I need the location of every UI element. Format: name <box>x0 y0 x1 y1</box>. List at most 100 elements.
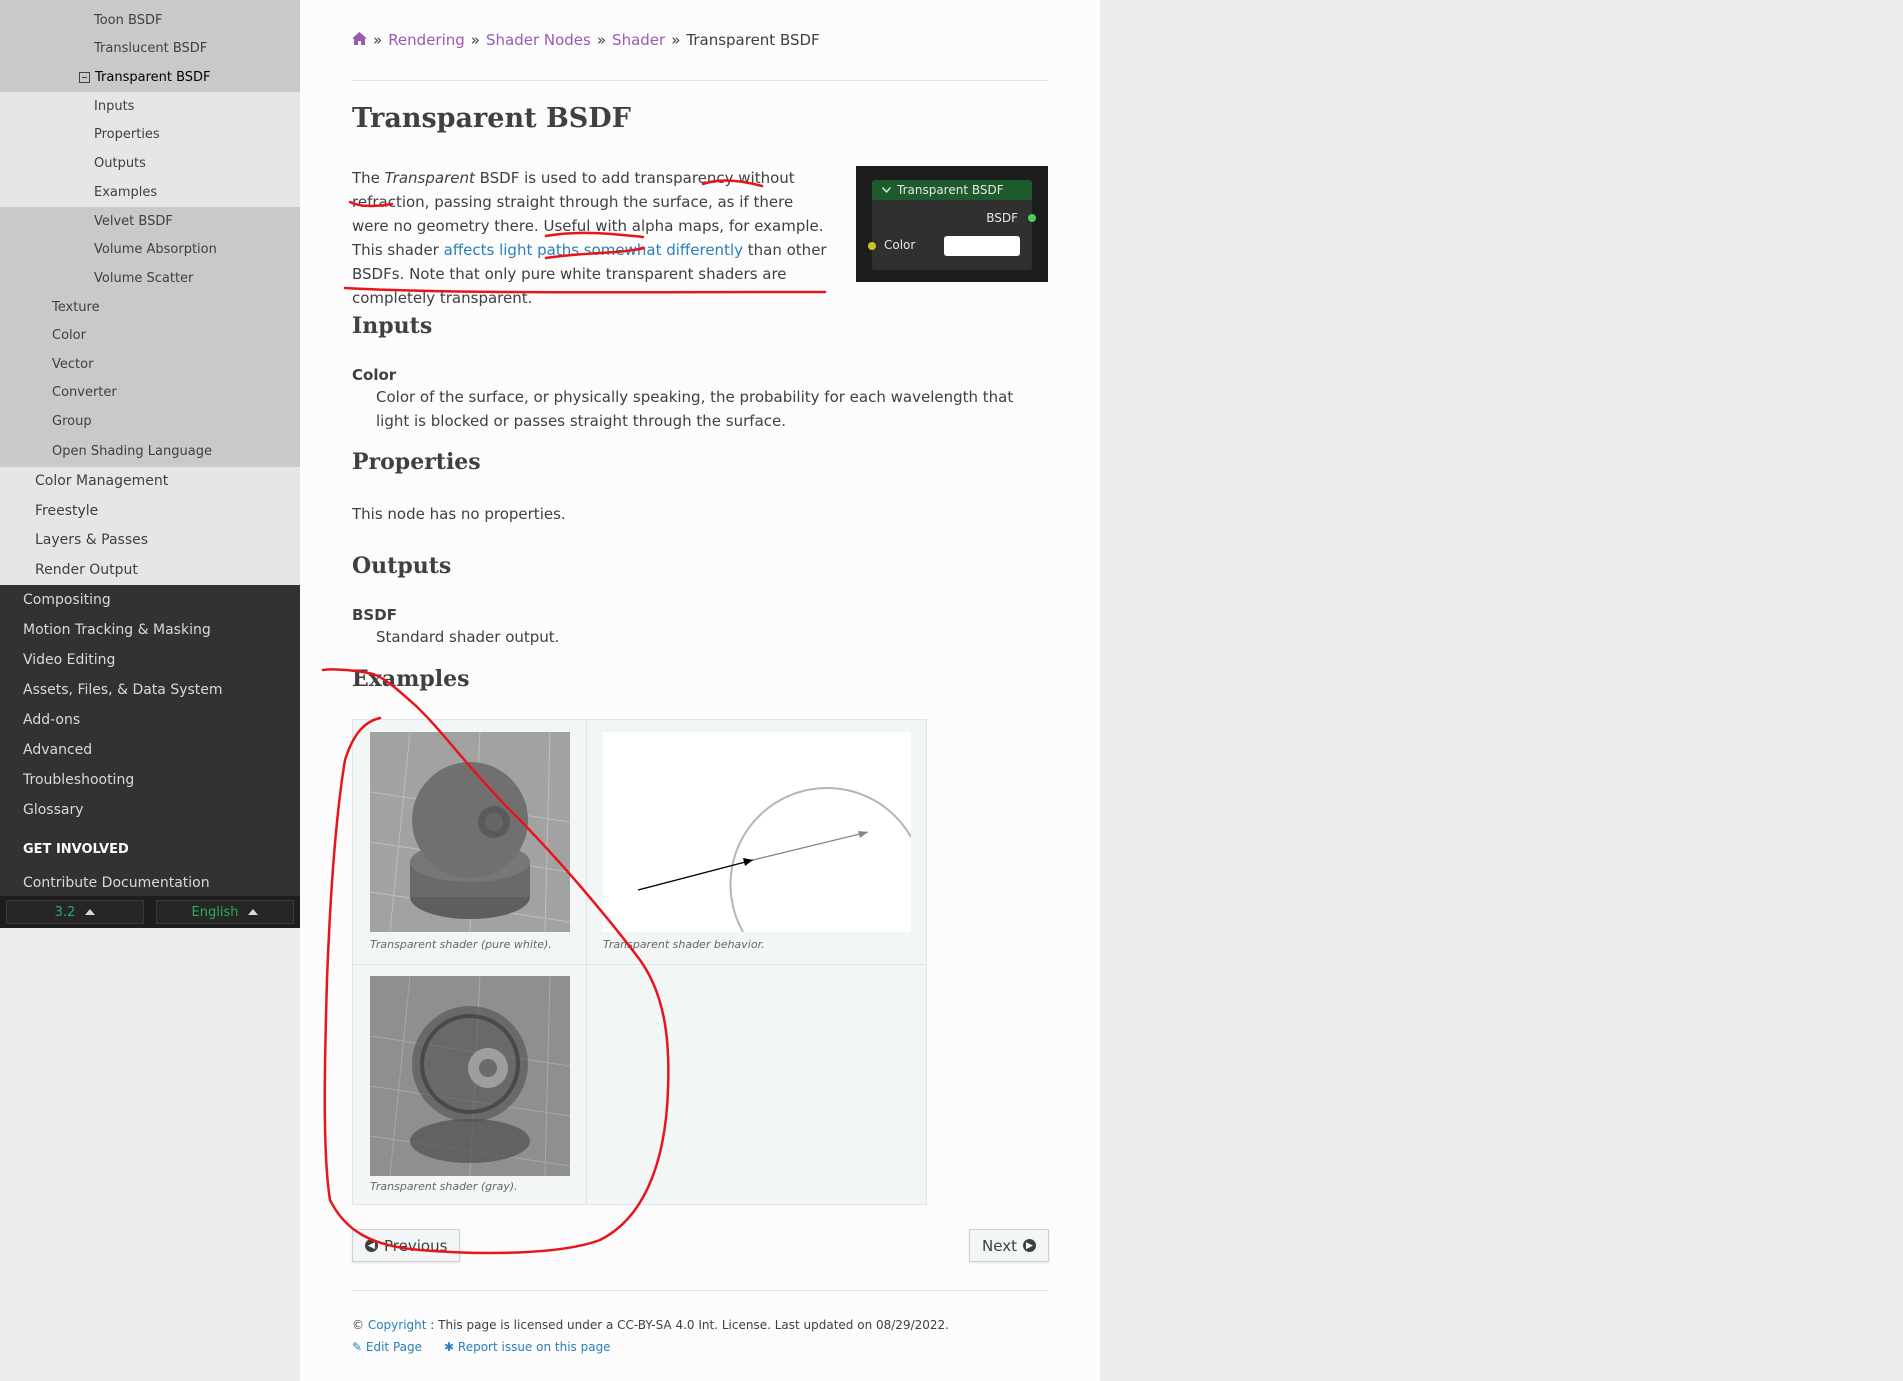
divider <box>352 1290 1049 1291</box>
sidebar-item-label: Color <box>52 328 86 344</box>
sidebar-item-label: Contribute Documentation <box>23 874 210 891</box>
sidebar-item-texture[interactable]: Texture <box>0 293 300 322</box>
sidebar-item-compositing[interactable]: Compositing <box>0 585 300 615</box>
example-image-behavior[interactable] <box>603 732 912 933</box>
sidebar-shader-group: Toon BSDF Translucent BSDF Transparent B… <box>0 0 300 467</box>
sidebar-item-video-editing[interactable]: Video Editing <box>0 645 300 675</box>
sidebar-item-render-output[interactable]: Render Output <box>0 555 300 585</box>
divider <box>352 80 1049 81</box>
sidebar-item-converter[interactable]: Converter <box>0 379 300 408</box>
sidebar-item-color-management[interactable]: Color Management <box>0 467 300 497</box>
sidebar-item-label: Glossary <box>23 801 84 818</box>
outputs-heading: Outputs <box>352 553 452 579</box>
sidebar-item-volume-absorption[interactable]: Volume Absorption <box>0 236 300 265</box>
sidebar-item-label: Add-ons <box>23 711 81 728</box>
sidebar-item-assets[interactable]: Assets, Files, & Data System <box>0 675 300 705</box>
inputs-term: Color <box>352 366 397 384</box>
table-cell: Transparent shader (pure white). <box>353 720 587 965</box>
sidebar-item-volume-scatter[interactable]: Volume Scatter <box>0 264 300 293</box>
sidebar-item-group[interactable]: Group <box>0 407 300 436</box>
breadcrumb-shader[interactable]: Shader <box>612 31 665 49</box>
intro-paragraph: The Transparent BSDF is used to add tran… <box>352 166 834 310</box>
sidebar-item-toon-bsdf[interactable]: Toon BSDF <box>0 6 300 35</box>
node-input-label: Color <box>884 238 916 252</box>
breadcrumb-rendering[interactable]: Rendering <box>388 31 465 49</box>
sidebar-item-label: Volume Absorption <box>94 242 217 258</box>
sidebar-item-addons[interactable]: Add-ons <box>0 705 300 735</box>
version-selector[interactable]: 3.2 <box>6 900 144 924</box>
sidebar-item-color[interactable]: Color <box>0 321 300 350</box>
node-output-label: BSDF <box>986 211 1018 225</box>
sidebar-item-label: Transparent BSDF <box>95 69 211 85</box>
arrow-left-icon: ◀ <box>365 1239 378 1252</box>
sidebar-item-transparent-bsdf[interactable]: Transparent BSDF <box>0 63 300 92</box>
sidebar-item-glossary[interactable]: Glossary <box>0 795 300 825</box>
sidebar-item-label: Examples <box>94 185 158 201</box>
node-body: BSDF Color <box>868 200 1036 270</box>
example-image-white[interactable] <box>370 732 570 932</box>
breadcrumb: » Rendering » Shader Nodes » Shader » Tr… <box>352 31 820 49</box>
sidebar-item-velvet-bsdf[interactable]: Velvet BSDF <box>0 207 300 236</box>
version-label: 3.2 <box>54 904 76 920</box>
sidebar-item-label: Vector <box>52 356 94 372</box>
sidebar-item-layers-passes[interactable]: Layers & Passes <box>0 526 300 556</box>
edit-page-label: Edit Page <box>365 1340 422 1354</box>
sidebar-item-inputs[interactable]: Inputs <box>0 92 300 121</box>
inputs-heading: Inputs <box>352 313 433 339</box>
language-selector[interactable]: English <box>156 900 294 924</box>
sidebar-item-label: Texture <box>52 299 100 315</box>
sidebar-item-label: Volume Scatter <box>94 270 194 286</box>
report-issue-link[interactable]: ✱ Report issue on this page <box>444 1340 611 1354</box>
sidebar-item-label: Converter <box>52 385 117 401</box>
sidebar-top-level: Compositing Motion Tracking & Masking Vi… <box>0 585 300 895</box>
sidebar-item-label: Velvet BSDF <box>94 213 173 229</box>
node-image: Transparent BSDF BSDF Color <box>856 166 1048 282</box>
sidebar-item-label: Motion Tracking & Masking <box>23 621 211 638</box>
chevron-down-icon <box>882 187 891 193</box>
sidebar-item-label: Translucent BSDF <box>94 41 208 57</box>
next-button[interactable]: Next ▶ <box>969 1229 1049 1262</box>
light-paths-link[interactable]: affects light paths somewhat differently <box>444 241 743 259</box>
example-image-gray[interactable] <box>370 976 570 1176</box>
copyright-link[interactable]: Copyright <box>368 1318 427 1332</box>
collapse-icon[interactable] <box>79 71 90 83</box>
empty-background <box>1100 0 1903 1381</box>
outputs-definition: Standard shader output. <box>376 628 560 646</box>
sidebar-item-label: Inputs <box>94 98 135 114</box>
sidebar-item-label: Assets, Files, & Data System <box>23 681 223 698</box>
sidebar-item-label: Group <box>52 413 92 429</box>
sidebar-item-contribute[interactable]: Contribute Documentation <box>0 871 300 895</box>
sidebar-item-label: Properties <box>94 127 160 143</box>
color-swatch <box>944 236 1020 256</box>
edit-page-link[interactable]: ✎ Edit Page <box>352 1340 422 1354</box>
language-label: English <box>191 904 239 920</box>
sidebar-item-freestyle[interactable]: Freestyle <box>0 496 300 526</box>
input-socket-icon <box>868 242 876 250</box>
sidebar-item-label: Video Editing <box>23 651 116 668</box>
sidebar-item-outputs[interactable]: Outputs <box>0 149 300 178</box>
sidebar-item-osl[interactable]: Open Shading Language <box>0 436 300 467</box>
sidebar-item-advanced[interactable]: Advanced <box>0 735 300 765</box>
sidebar-item-examples[interactable]: Examples <box>0 178 300 207</box>
caret-up-icon <box>248 909 259 915</box>
footer-links: ✎ Edit Page ✱ Report issue on this page <box>352 1340 611 1354</box>
edit-icon: ✎ <box>352 1340 363 1354</box>
table-cell-empty <box>587 965 926 1204</box>
sidebar-item-motion-tracking[interactable]: Motion Tracking & Masking <box>0 615 300 645</box>
sidebar-subsection: Inputs Properties Outputs Examples <box>0 91 300 207</box>
sidebar-item-label: Toon BSDF <box>94 12 163 28</box>
breadcrumb-shader-nodes[interactable]: Shader Nodes <box>486 31 591 49</box>
intro-text: The <box>352 169 385 187</box>
caret-up-icon <box>85 909 96 915</box>
sidebar-item-translucent-bsdf[interactable]: Translucent BSDF <box>0 35 300 64</box>
sidebar-item-properties[interactable]: Properties <box>0 121 300 150</box>
previous-button[interactable]: ◀ Previous <box>352 1229 461 1262</box>
caption-white: Transparent shader (pure white). <box>370 938 552 951</box>
breadcrumb-current: Transparent BSDF <box>686 31 820 49</box>
sidebar-item-troubleshooting[interactable]: Troubleshooting <box>0 765 300 795</box>
sidebar-item-vector[interactable]: Vector <box>0 350 300 379</box>
main-content: » Rendering » Shader Nodes » Shader » Tr… <box>300 0 1100 1381</box>
home-icon[interactable] <box>352 31 367 49</box>
outputs-term: BSDF <box>352 606 397 624</box>
breadcrumb-separator: » <box>373 31 383 49</box>
